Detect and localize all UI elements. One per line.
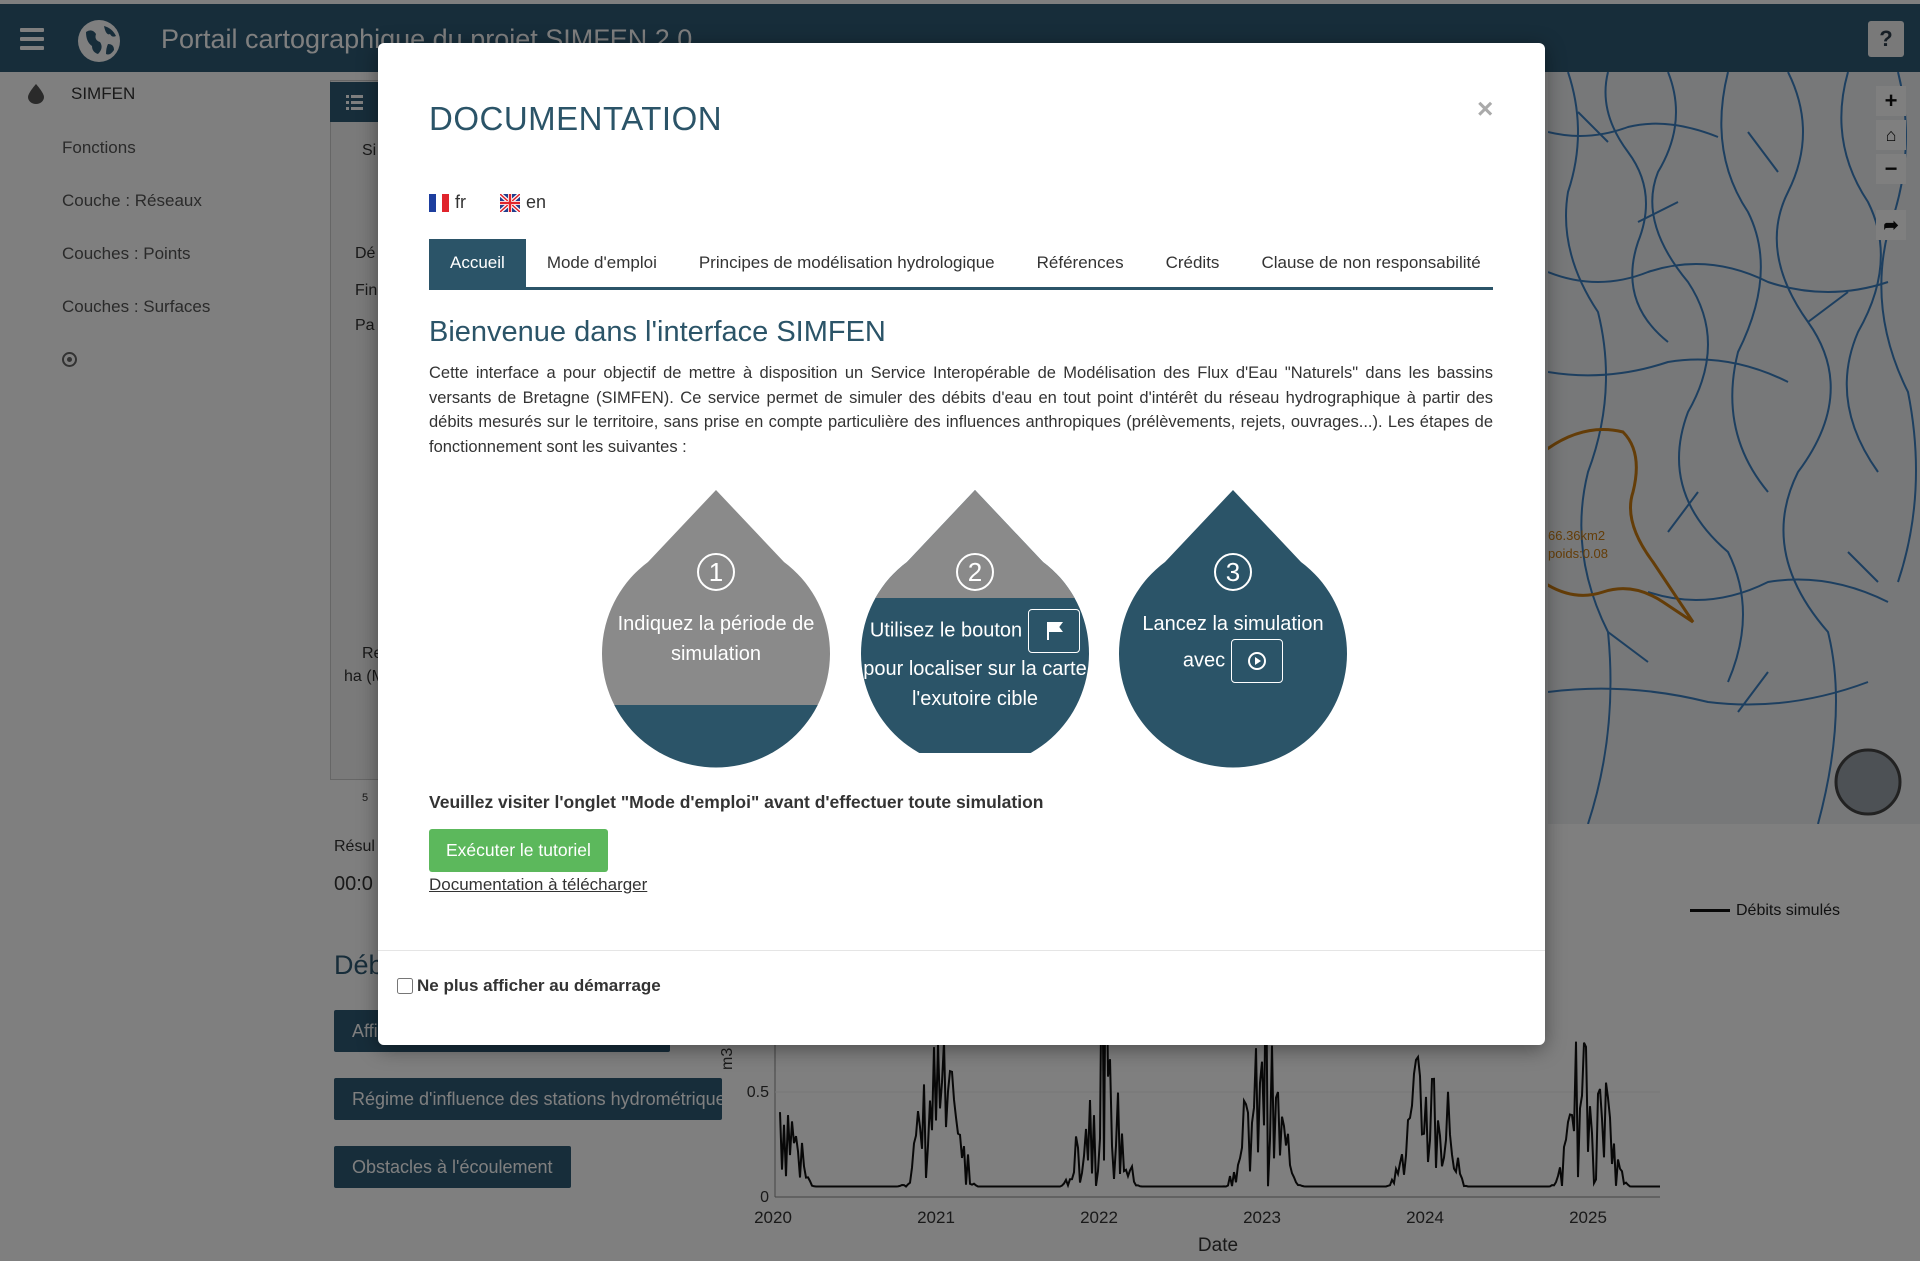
doc-tabs: Accueil Mode d'emploi Principes de modél… [429, 239, 1493, 290]
language-en-label: en [526, 192, 547, 212]
warning-text: Veuillez visiter l'onglet "Mode d'emploi… [429, 792, 1044, 812]
flag-button-icon [1028, 609, 1081, 653]
dont-show-label: Ne plus afficher au démarrage [417, 976, 661, 995]
language-fr-label: fr [455, 192, 466, 212]
step-1-number: 1 [697, 553, 735, 591]
modal-footer-divider [378, 950, 1545, 951]
tab-clause[interactable]: Clause de non responsabilité [1240, 239, 1501, 287]
step-2-number: 2 [956, 553, 994, 591]
step-3-text-before: Lancez la simulation [1142, 613, 1324, 635]
tab-mode-emploi[interactable]: Mode d'emploi [526, 239, 678, 287]
dont-show-checkbox[interactable] [397, 978, 413, 994]
french-flag-icon [429, 193, 450, 212]
download-documentation-link[interactable]: Documentation à télécharger [429, 875, 647, 895]
step-2-text-before: Utilisez le bouton [869, 619, 1023, 642]
run-tutorial-button[interactable]: Exécuter le tutoriel [429, 829, 608, 872]
step-2-text-after: pour localiser sur la carte l'exutoire c… [863, 658, 1087, 710]
intro-paragraph: Cette interface a pour objectif de mettr… [429, 364, 1493, 456]
step-1-text: Indiquez la période de simulation [617, 613, 815, 665]
modal-title: DOCUMENTATION [429, 100, 723, 137]
welcome-title: Bienvenue dans l'interface SIMFEN [429, 316, 886, 348]
close-icon[interactable]: × [1477, 93, 1493, 125]
step-3-number: 3 [1214, 553, 1252, 591]
dont-show-again[interactable]: Ne plus afficher au démarrage [397, 976, 661, 996]
tab-principes[interactable]: Principes de modélisation hydrologique [678, 239, 1016, 287]
play-button-icon [1231, 639, 1284, 683]
documentation-modal: DOCUMENTATION × fr en Accueil Mode d'emp… [378, 43, 1545, 1045]
step-3-text-after: avec [1182, 649, 1226, 672]
step-3-line2: avec [1121, 639, 1345, 683]
language-fr[interactable]: fr [429, 192, 466, 213]
uk-flag-icon [500, 193, 520, 212]
step-2-line1: Utilisez le bouton [862, 609, 1088, 653]
tab-accueil[interactable]: Accueil [429, 239, 526, 287]
language-en[interactable]: en [500, 192, 546, 213]
tab-credits[interactable]: Crédits [1145, 239, 1241, 287]
tab-references[interactable]: Références [1016, 239, 1145, 287]
